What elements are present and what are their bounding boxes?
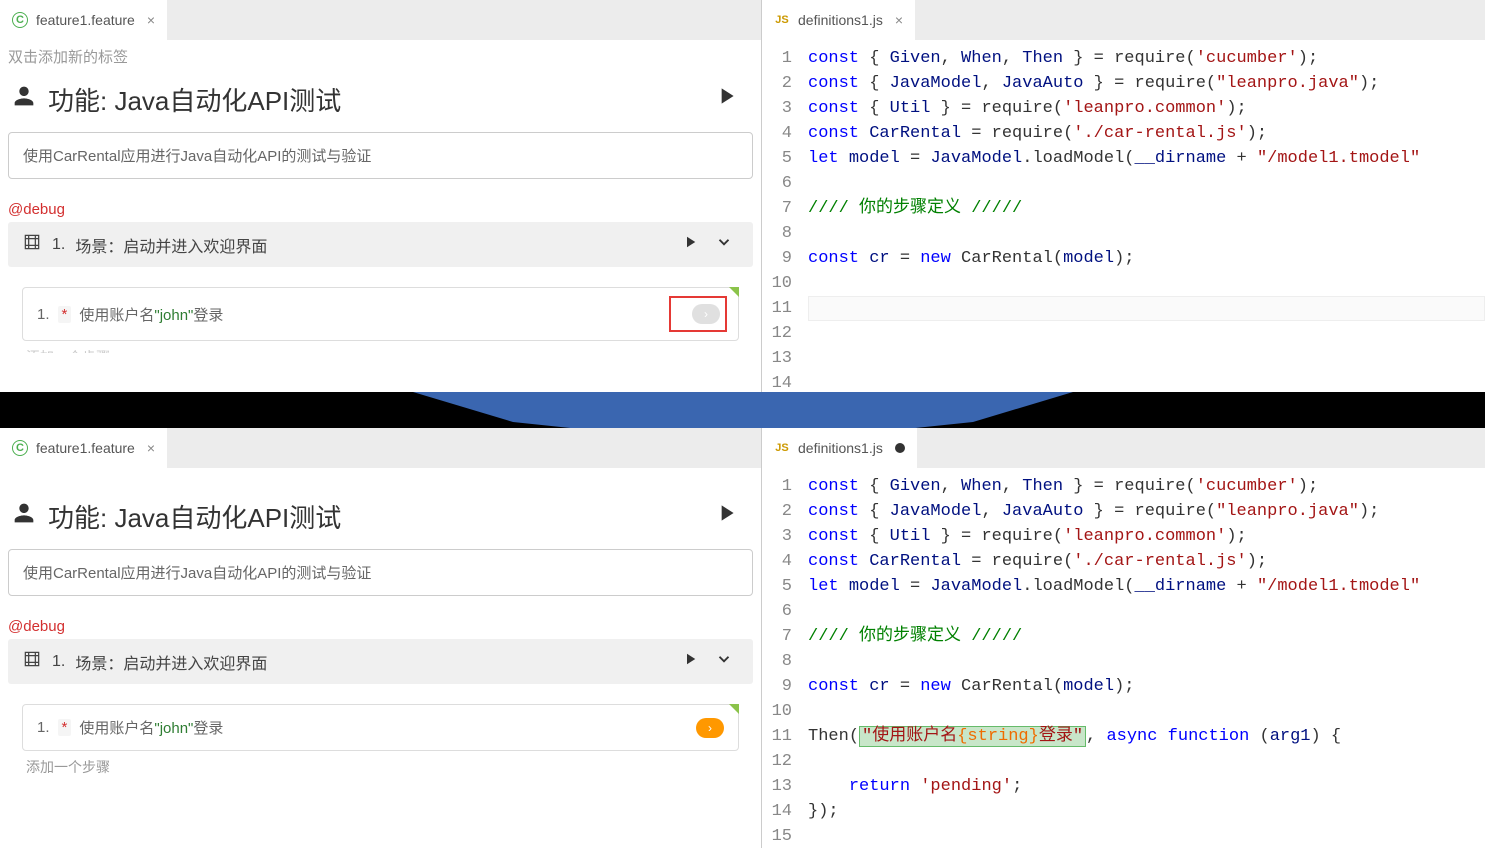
- line-gutter: 1234567891011121314: [762, 46, 808, 392]
- play-scenario-button[interactable]: [681, 233, 699, 256]
- line-gutter: 123456789101112131415: [762, 474, 808, 848]
- tag-hint[interactable]: 双击添加新的标签: [6, 40, 755, 73]
- chevron-down-icon[interactable]: [715, 233, 733, 256]
- step-corner-marker: [729, 704, 739, 714]
- film-icon: [22, 649, 42, 674]
- person-icon: [10, 82, 38, 117]
- tab-definitions[interactable]: JS definitions1.js: [762, 428, 918, 468]
- debug-tag[interactable]: @debug: [6, 602, 755, 639]
- divider: [0, 392, 1485, 428]
- modified-dot-icon: [895, 443, 905, 453]
- code-editor-panel-top: JS definitions1.js × 1234567891011121314…: [762, 0, 1485, 392]
- tab-label: definitions1.js: [798, 440, 883, 456]
- step-number: 1.: [37, 719, 50, 736]
- js-icon: JS: [774, 440, 790, 456]
- cucumber-icon: C: [12, 440, 28, 456]
- highlight-box: [669, 296, 727, 332]
- code-lines[interactable]: const { Given, When, Then } = require('c…: [808, 46, 1485, 392]
- play-feature-button[interactable]: [713, 83, 739, 116]
- feature-title: 功能: Java自动化API测试: [48, 81, 703, 118]
- play-feature-button[interactable]: [713, 500, 739, 533]
- tab-definitions[interactable]: JS definitions1.js ×: [762, 0, 916, 40]
- step-number: 1.: [37, 306, 50, 323]
- close-icon[interactable]: ×: [147, 12, 155, 28]
- step-keyword: *: [58, 306, 72, 323]
- cucumber-icon: C: [12, 12, 28, 28]
- chevron-down-icon[interactable]: [715, 650, 733, 673]
- scenario-label: 场景：启动并进入欢迎界面: [75, 233, 671, 257]
- step-text: 使用账户名"john"登录: [79, 717, 223, 738]
- tab-label: feature1.feature: [36, 12, 135, 28]
- step-row[interactable]: 1. * 使用账户名"john"登录 ›: [22, 287, 739, 341]
- js-icon: JS: [774, 12, 790, 28]
- tab-bar: C feature1.feature ×: [0, 0, 761, 40]
- code-lines[interactable]: const { Given, When, Then } = require('c…: [808, 474, 1485, 848]
- generate-step-button[interactable]: ›: [696, 718, 724, 738]
- tab-feature[interactable]: C feature1.feature ×: [0, 0, 168, 40]
- add-step-hint[interactable]: 添加一个步骤: [6, 341, 755, 353]
- code-editor[interactable]: 1234567891011121314 const { Given, When,…: [762, 40, 1485, 392]
- scenario-number: 1.: [52, 653, 65, 671]
- feature-editor-panel-bottom: C feature1.feature × 功能: Java自动化API测试 使用…: [0, 428, 762, 848]
- tab-label: feature1.feature: [36, 440, 135, 456]
- feature-title: 功能: Java自动化API测试: [48, 498, 703, 535]
- scenario-label: 场景：启动并进入欢迎界面: [75, 650, 671, 674]
- person-icon: [10, 499, 38, 534]
- scenario-header[interactable]: 1. 场景：启动并进入欢迎界面: [8, 639, 753, 684]
- close-icon[interactable]: ×: [895, 12, 903, 28]
- feature-editor-panel-top: C feature1.feature × 双击添加新的标签 功能: Java自动…: [0, 0, 762, 392]
- add-step-hint[interactable]: 添加一个步骤: [6, 751, 755, 783]
- scenario-header[interactable]: 1. 场景：启动并进入欢迎界面: [8, 222, 753, 267]
- code-editor[interactable]: 123456789101112131415 const { Given, Whe…: [762, 468, 1485, 848]
- tab-feature[interactable]: C feature1.feature ×: [0, 428, 168, 468]
- arrow-right-icon: ›: [708, 721, 712, 735]
- play-scenario-button[interactable]: [681, 650, 699, 673]
- tab-label: definitions1.js: [798, 12, 883, 28]
- step-row[interactable]: 1. * 使用账户名"john"登录 ›: [22, 704, 739, 751]
- code-editor-panel-bottom: JS definitions1.js 123456789101112131415…: [762, 428, 1485, 848]
- tab-bar: C feature1.feature ×: [0, 428, 761, 468]
- scenario-number: 1.: [52, 236, 65, 254]
- close-icon[interactable]: ×: [147, 440, 155, 456]
- step-keyword: *: [58, 719, 72, 736]
- debug-tag[interactable]: @debug: [6, 185, 755, 222]
- tab-bar: JS definitions1.js: [762, 428, 1485, 468]
- film-icon: [22, 232, 42, 257]
- step-corner-marker: [729, 287, 739, 297]
- feature-description[interactable]: 使用CarRental应用进行Java自动化API的测试与验证: [8, 132, 753, 179]
- feature-description[interactable]: 使用CarRental应用进行Java自动化API的测试与验证: [8, 549, 753, 596]
- tab-bar: JS definitions1.js ×: [762, 0, 1485, 40]
- step-text: 使用账户名"john"登录: [79, 304, 223, 325]
